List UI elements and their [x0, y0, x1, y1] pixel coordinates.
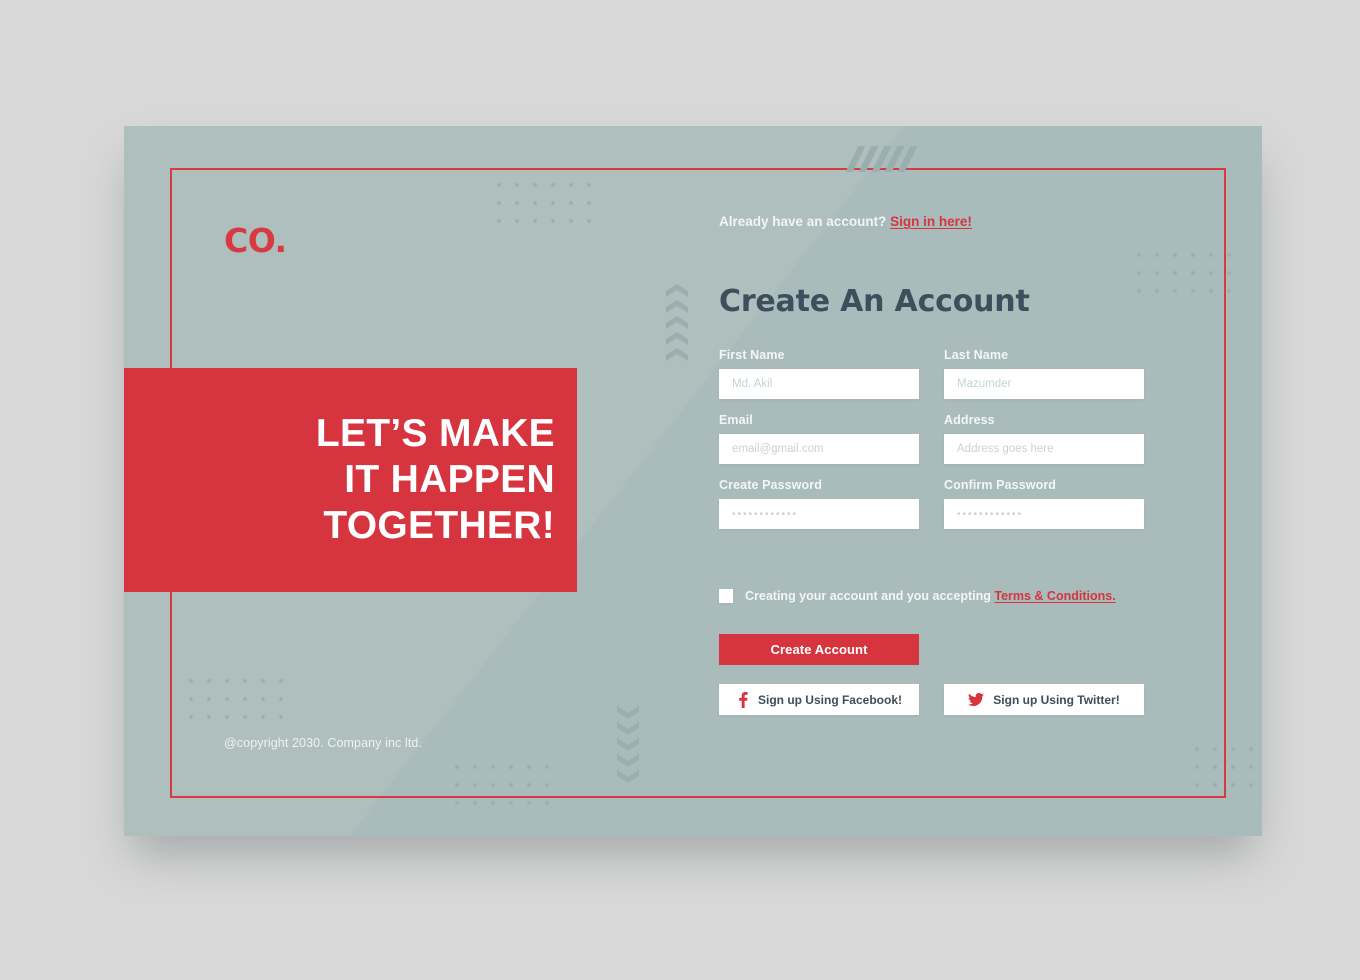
field-label-first-name: First Name [719, 348, 785, 362]
field-address: Address [944, 413, 1144, 464]
headline-banner: LET’S MAKE IT HAPPEN TOGETHER! [124, 368, 577, 592]
terms-checkbox[interactable] [719, 589, 733, 603]
field-label-last-name: Last Name [944, 348, 1009, 362]
signup-facebook-label: Sign up Using Facebook! [757, 692, 902, 707]
terms-text: Creating your account and you accepting … [745, 589, 1116, 603]
copyright-text: @copyright 2030. Company inc ltd. [224, 736, 423, 750]
facebook-icon [736, 691, 749, 708]
chevron-down-icon [617, 770, 639, 783]
existing-account-prompt: Already have an account? Sign in here! [719, 214, 972, 229]
chevron-down-stack-decor [617, 706, 639, 783]
chevron-down-icon [617, 706, 639, 719]
field-label-create-password: Create Password [719, 478, 822, 492]
chevron-down-icon [617, 738, 639, 751]
social-signup-row: Sign up Using Facebook! Sign up Using Tw… [719, 684, 1144, 715]
create-account-button[interactable]: Create Account [719, 634, 919, 665]
chevron-up-icon [666, 284, 688, 297]
terms-acceptance-row: Creating your account and you accepting … [719, 589, 1116, 603]
field-email: Email [719, 413, 919, 464]
field-label-email: Email [719, 413, 753, 427]
page-canvas: CO. LET’S MAKE IT HAPPEN TOGETHER! @copy… [0, 0, 1360, 980]
chevron-down-icon [617, 754, 639, 767]
signup-twitter-label: Sign up Using Twitter! [993, 692, 1120, 707]
address-input[interactable] [944, 434, 1144, 464]
headline-line-2: IT HAPPEN [344, 457, 555, 501]
chevron-up-icon [666, 300, 688, 313]
headline-line-1: LET’S MAKE [315, 411, 555, 455]
page-title: Create An Account [719, 284, 1030, 319]
twitter-icon [968, 692, 985, 707]
headline-text: LET’S MAKE IT HAPPEN TOGETHER! [316, 411, 555, 549]
last-name-input[interactable] [944, 369, 1144, 399]
sign-in-link[interactable]: Sign in here! [890, 214, 972, 229]
signup-facebook-button[interactable]: Sign up Using Facebook! [719, 684, 919, 715]
chevron-down-icon [617, 722, 639, 735]
chevron-up-icon [666, 316, 688, 329]
field-confirm-password: Confirm Password [944, 478, 1144, 529]
chevron-up-icon [666, 332, 688, 345]
signup-mockup-card: CO. LET’S MAKE IT HAPPEN TOGETHER! @copy… [124, 126, 1262, 836]
form-field-grid: First Name Last Name Email Address Creat [719, 348, 1144, 529]
field-label-confirm-password: Confirm Password [944, 478, 1057, 492]
email-input[interactable] [719, 434, 919, 464]
first-name-input[interactable] [719, 369, 919, 399]
chevron-up-icon [666, 348, 688, 361]
diagonal-slashes-decor [845, 146, 918, 172]
field-first-name: First Name [719, 348, 919, 399]
terms-label: Creating your account and you accepting [745, 589, 991, 603]
field-create-password: Create Password [719, 478, 919, 529]
field-label-address: Address [944, 413, 995, 427]
terms-and-conditions-link[interactable]: Terms & Conditions. [994, 589, 1115, 603]
field-last-name: Last Name [944, 348, 1144, 399]
chevron-up-stack-decor [666, 284, 688, 361]
headline-line-3: TOGETHER! [323, 504, 555, 547]
create-password-input[interactable] [719, 499, 919, 529]
existing-account-label: Already have an account? [719, 214, 887, 229]
signup-twitter-button[interactable]: Sign up Using Twitter! [944, 684, 1144, 715]
confirm-password-input[interactable] [944, 499, 1144, 529]
brand-logo[interactable]: CO. [224, 221, 287, 260]
